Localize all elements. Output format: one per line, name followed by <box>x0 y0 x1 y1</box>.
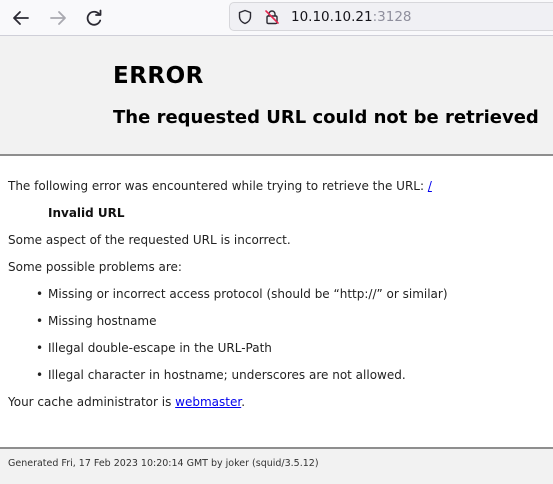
address-bar[interactable]: 10.10.10.21:3128 <box>229 2 553 31</box>
insecure-lock-icon[interactable] <box>264 9 280 25</box>
problem-item: • Missing or incorrect access protocol (s… <box>36 287 448 302</box>
problem-item: • Illegal double-escape in the URL-Path <box>36 341 272 356</box>
problem-item: • Illegal character in hostname; undersco… <box>36 368 406 383</box>
bullet-icon: • <box>36 341 44 355</box>
forward-button[interactable] <box>46 6 70 30</box>
problem-text: Missing hostname <box>48 314 157 328</box>
error-description: Some aspect of the requested URL is inco… <box>8 233 291 247</box>
url-host: 10.10.10.21 <box>291 9 373 25</box>
admin-prefix: Your cache administrator is <box>8 395 176 409</box>
cache-admin-line: Your cache administrator is webmaster. <box>8 395 245 410</box>
bullet-icon: • <box>36 314 44 328</box>
problem-text: Illegal character in hostname; underscor… <box>48 368 406 382</box>
problem-text: Missing or incorrect access protocol (sh… <box>48 287 448 301</box>
url-text[interactable]: 10.10.10.21:3128 <box>291 9 412 25</box>
reload-button[interactable] <box>82 6 106 30</box>
reload-icon <box>86 9 102 26</box>
footer-text: Generated Fri, 17 Feb 2023 10:20:14 GMT … <box>8 458 319 469</box>
webmaster-link[interactable]: webmaster <box>175 395 241 409</box>
browser-toolbar: 10.10.10.21:3128 <box>0 0 553 36</box>
back-button[interactable] <box>9 6 33 30</box>
error-header: ERROR The requested URL could not be ret… <box>0 36 553 156</box>
bullet-icon: • <box>36 368 44 382</box>
error-title: The requested URL could not be retrieved <box>113 107 539 128</box>
bullet-icon: • <box>36 287 44 301</box>
url-port: :3128 <box>372 9 412 25</box>
problem-item: • Missing hostname <box>36 314 157 329</box>
admin-suffix: . <box>241 395 246 409</box>
error-type: Invalid URL <box>48 206 125 220</box>
arrow-right-icon <box>50 11 66 25</box>
requested-url-link[interactable]: / <box>428 179 432 193</box>
intro-text: The following error was encountered whil… <box>8 179 428 193</box>
problems-heading: Some possible problems are: <box>8 260 182 274</box>
page-footer: Generated Fri, 17 Feb 2023 10:20:14 GMT … <box>0 447 553 484</box>
shield-icon[interactable] <box>237 9 253 25</box>
problem-text: Illegal double-escape in the URL-Path <box>48 341 272 355</box>
error-intro: The following error was encountered whil… <box>8 179 432 194</box>
arrow-left-icon <box>13 11 29 25</box>
error-heading: ERROR <box>113 63 204 89</box>
